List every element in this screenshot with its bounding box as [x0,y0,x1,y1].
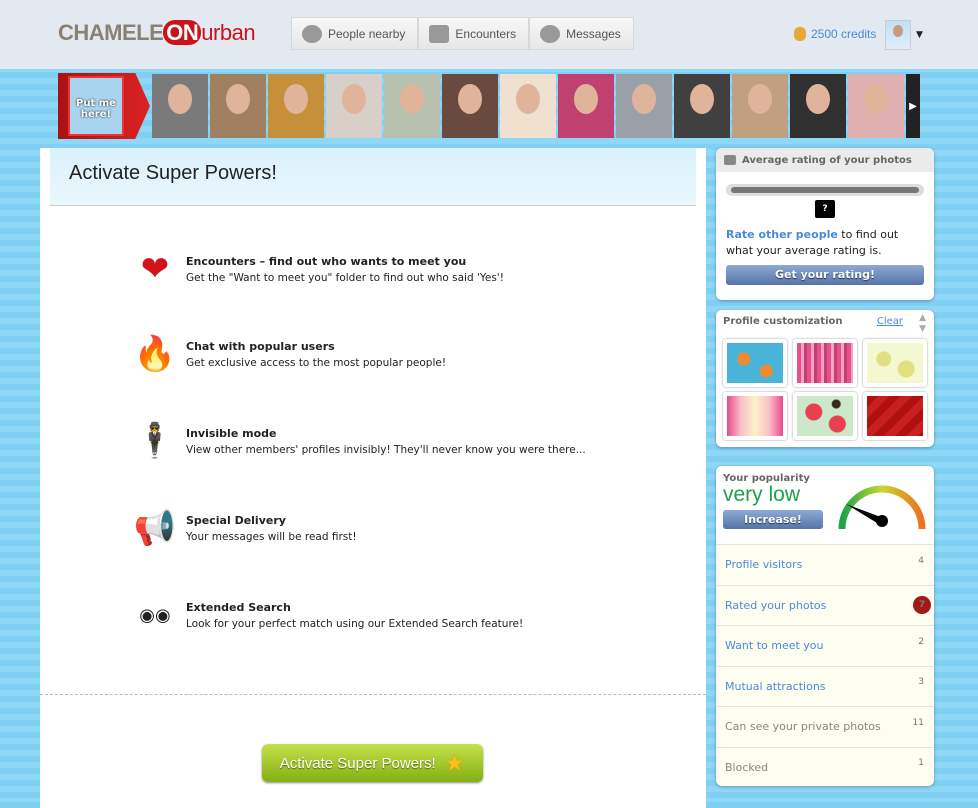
feature-item: 🕴 Invisible mode View other members' profi… [132,418,586,464]
rating-card: Average rating of your photos ? Rate oth… [716,148,934,300]
popularity-gauge [838,485,926,530]
member-photo[interactable] [268,74,324,138]
flame-icon: 🔥 [133,334,177,374]
stat-count: 3 [918,677,924,688]
member-photo[interactable] [558,74,614,138]
camera-icon [724,155,736,165]
activate-super-powers-button[interactable]: Activate Super Powers! ★ [262,744,483,782]
coin-icon [794,27,806,41]
member-photo[interactable] [500,74,556,138]
stat-count: 11 [912,717,924,728]
member-photo[interactable] [442,74,498,138]
divider [40,694,706,695]
credits-link[interactable]: 2500 credits [794,27,876,41]
rating-bar [726,184,924,196]
feature-item: 📢 Special Delivery Your messages will be r… [132,505,357,551]
people-icon [302,24,322,43]
feature-item: ◉◉ Extended Search Look for your perfect m… [132,592,523,638]
photo-strip: Put me here! ▶ [58,73,920,139]
stat-row[interactable]: Want to meet you 2 [716,625,934,666]
main-nav: People nearby Encounters Messages [291,17,634,50]
logo[interactable]: CHAMELE ON urban [58,20,256,46]
page-title: Activate Super Powers! [50,148,696,206]
user-avatar[interactable] [885,20,911,50]
member-photo[interactable] [210,74,266,138]
member-photo[interactable] [790,74,846,138]
member-photo[interactable] [152,74,208,138]
heart-icon: ❤ [140,249,170,289]
member-photo[interactable] [326,74,382,138]
dice-icon [429,24,450,43]
profile-customization-card: Profile customization Clear ▲ ▼ [716,310,934,447]
notification-badge: 7 [913,596,931,615]
star-icon: ★ [443,749,466,777]
get-your-rating-button[interactable]: Get your rating! [726,265,924,285]
increase-button[interactable]: Increase! [723,510,823,529]
stat-row[interactable]: Mutual attractions 3 [716,665,934,707]
stat-row[interactable]: Profile visitors 4 [716,544,934,585]
member-photo[interactable] [384,74,440,138]
binoculars-icon: ◉◉ [139,604,171,626]
member-photo[interactable] [674,74,730,138]
member-photo[interactable] [616,74,672,138]
stat-count: 2 [918,636,924,647]
stat-row[interactable]: Rated your photos 7 [716,584,934,626]
stat-row[interactable]: Blocked 1 [716,746,934,787]
nav-people-nearby[interactable]: People nearby [291,17,419,50]
nav-encounters[interactable]: Encounters [418,17,530,50]
popularity-card: Your popularity very low Increase! Profi… [716,466,934,786]
feature-item: 🔥 Chat with popular users Get exclusive ac… [132,331,446,377]
theme-red-diagonal[interactable] [863,392,927,440]
spy-icon: 🕴 [133,421,177,461]
theme-yellow-floral[interactable] [863,339,927,387]
stat-count: 4 [918,555,924,566]
top-bar: CHAMELE ON urban People nearby Encounters … [0,0,978,69]
rating-value: ? [815,200,835,218]
theme-pink-stripes[interactable] [793,339,857,387]
next-arrow-icon[interactable]: ▶ [906,74,920,138]
stat-row[interactable]: Can see your private photos 11 [716,706,934,747]
dropdown-caret-icon[interactable]: ▼ [916,30,923,40]
theme-red-flowers[interactable] [793,392,857,440]
nav-messages[interactable]: Messages [529,17,634,50]
clear-link[interactable]: Clear [877,316,903,327]
megaphone-icon: 📢 [133,508,177,548]
member-photo[interactable] [732,74,788,138]
chat-bubble-icon [540,24,561,43]
main-panel: Activate Super Powers! ❤ Encounters – fin… [40,148,706,808]
theme-monkeys[interactable] [723,339,787,387]
feature-item: ❤ Encounters – find out who wants to meet… [132,246,504,292]
rate-other-people-link[interactable]: Rate other people [726,228,838,241]
put-me-here-button[interactable]: Put me here! [58,73,150,139]
member-photo[interactable] [848,74,904,138]
theme-pink-gradient[interactable] [723,392,787,440]
stat-count: 1 [918,758,924,769]
scroll-arrows-icon[interactable]: ▲ ▼ [919,313,926,335]
